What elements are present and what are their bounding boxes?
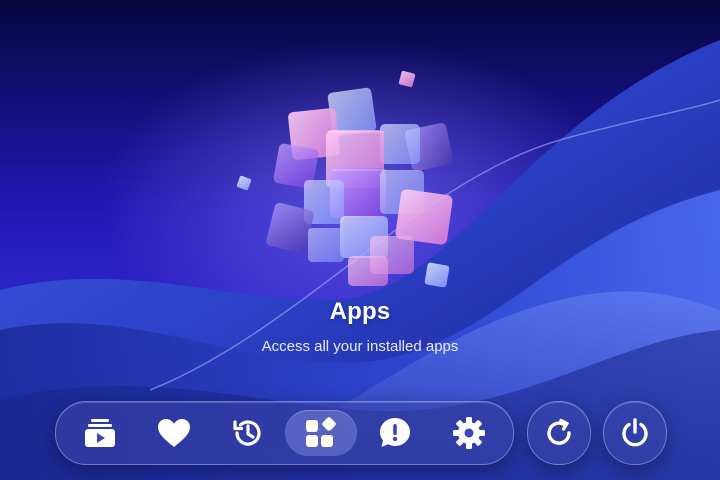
- gear-icon: [452, 416, 486, 450]
- apps-cube-illustration: [236, 70, 453, 288]
- feedback-alert-icon: [378, 416, 412, 450]
- bottom-dock: [55, 401, 514, 465]
- history-icon: [231, 416, 265, 450]
- refresh-button[interactable]: [527, 401, 591, 465]
- page-subtitle: Access all your installed apps: [261, 338, 459, 355]
- power-icon: [619, 417, 651, 449]
- refresh-icon: [543, 417, 575, 449]
- media-library-button[interactable]: [77, 410, 123, 456]
- favorites-button[interactable]: [151, 410, 197, 456]
- page-title: Apps: [329, 298, 391, 325]
- power-button[interactable]: [603, 401, 667, 465]
- heart-icon: [157, 418, 191, 448]
- apps-button[interactable]: [285, 410, 357, 456]
- feedback-button[interactable]: [372, 410, 418, 456]
- home-screen: Apps Access all your installed apps: [0, 0, 720, 480]
- settings-button[interactable]: [446, 410, 492, 456]
- history-button[interactable]: [225, 410, 271, 456]
- media-library-icon: [83, 418, 117, 448]
- apps-grid-icon: [305, 417, 337, 449]
